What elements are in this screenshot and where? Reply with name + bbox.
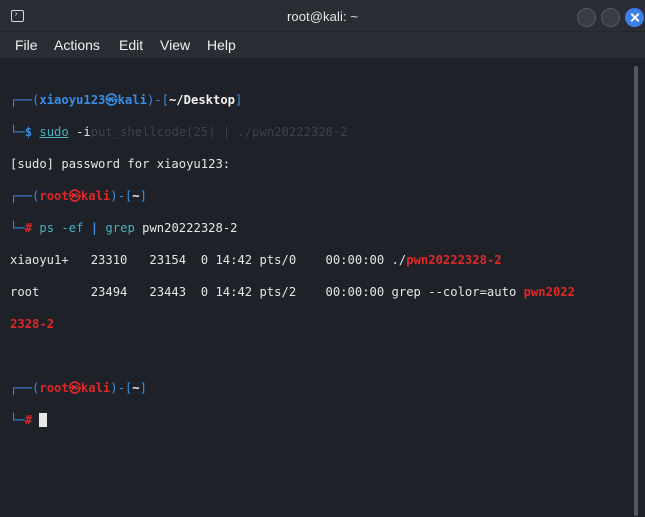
menu-view[interactable]: View [160, 37, 190, 53]
menu-file[interactable]: File [15, 37, 38, 53]
menu-bar: File Actions Edit View Help [0, 32, 645, 58]
ps-output-row: root 23494 23443 0 14:42 pts/2 00:00:00 … [10, 285, 575, 299]
window-title: root@kali: ~ [286, 9, 359, 24]
title-bar: root@kali: ~ [0, 0, 645, 32]
close-button[interactable] [625, 8, 644, 27]
maximize-button[interactable] [601, 8, 620, 27]
terminal-output[interactable]: ┌──(xiaoyu123㉿kali)-[~/Desktop] └─$ sudo… [0, 58, 630, 517]
minimize-button[interactable] [577, 8, 596, 27]
ps-output-row-wrap: 2328-2 [10, 317, 55, 331]
menu-edit[interactable]: Edit [119, 37, 143, 53]
menu-help[interactable]: Help [207, 37, 236, 53]
vertical-scrollbar[interactable] [630, 58, 645, 517]
prompt-line-2-cmd: └─# ps -ef | grep pwn20222328-2 [10, 221, 238, 235]
prompt-line-2-top: ┌──(root㉿kali)-[~] [10, 189, 147, 203]
prompt-line-3-cmd[interactable]: └─# [10, 412, 630, 428]
sudo-password-prompt: [sudo] password for xiaoyu123: [10, 157, 231, 171]
ps-output-row: xiaoyu1+ 23310 23154 0 14:42 pts/0 00:00… [10, 253, 502, 267]
prompt-line-1-top: ┌──(xiaoyu123㉿kali)-[~/Desktop] [10, 93, 243, 107]
prompt-line-3-top: ┌──(root㉿kali)-[~] [10, 381, 147, 395]
menu-actions[interactable]: Actions [54, 37, 100, 53]
prompt-line-1-cmd: └─$ sudo -iput_shellcode(25) | ./pwn2022… [10, 125, 348, 139]
scrollbar-thumb[interactable] [634, 66, 638, 516]
text-cursor [39, 413, 48, 427]
